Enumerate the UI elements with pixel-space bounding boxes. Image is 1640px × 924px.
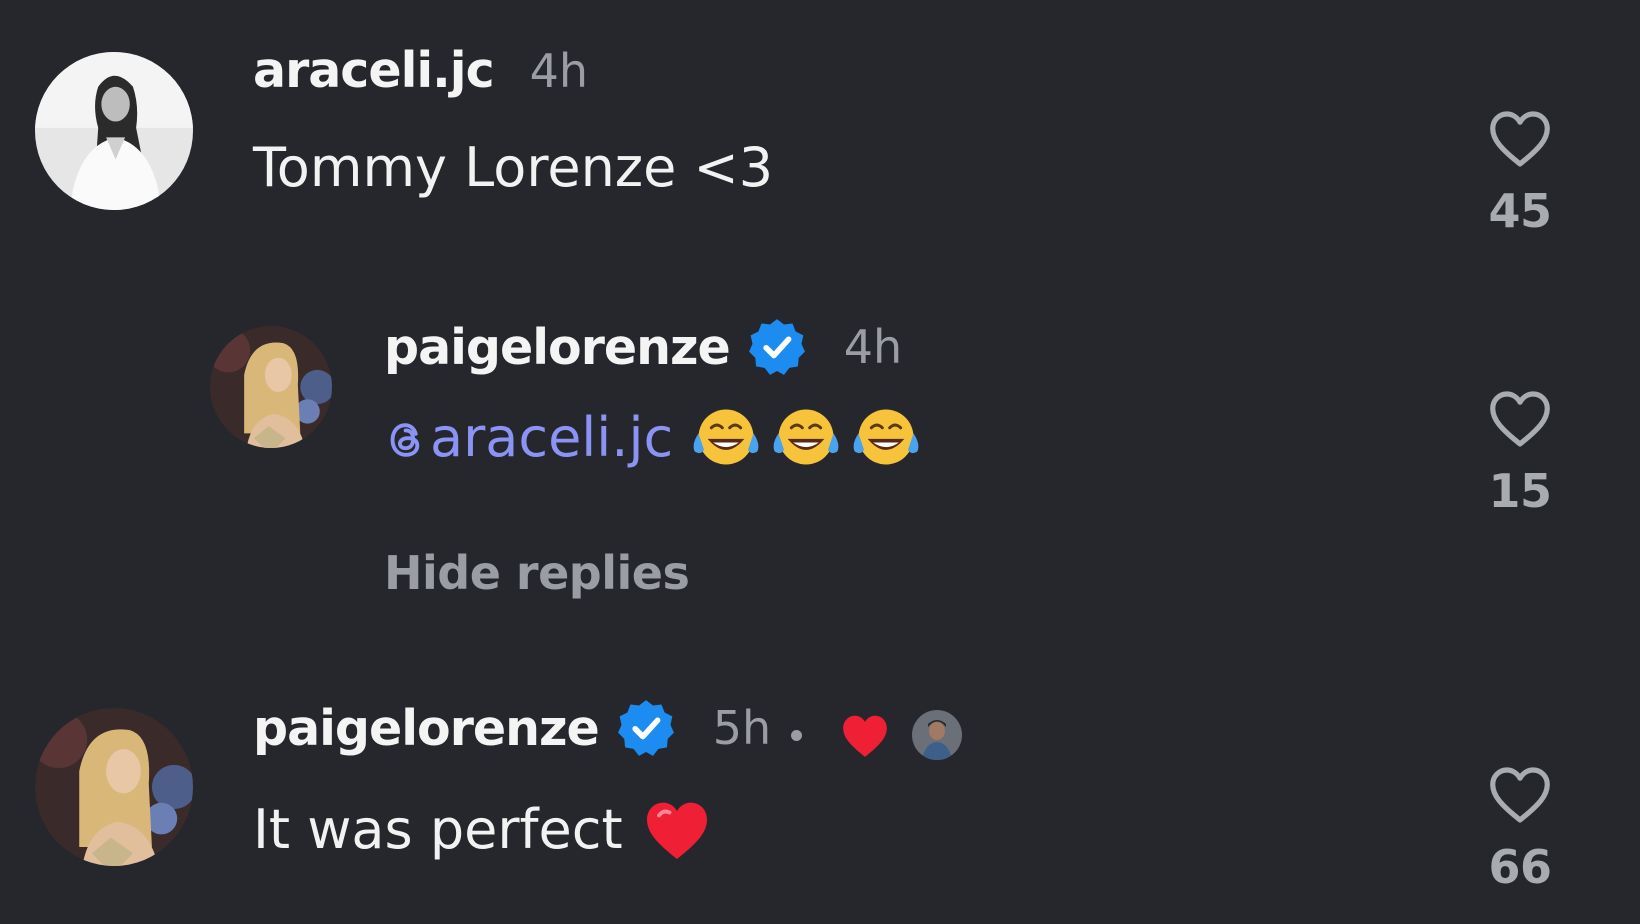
hide-replies-button[interactable]: Hide replies	[384, 546, 690, 600]
like-count: 15	[1488, 464, 1552, 518]
mention-username: araceli.jc	[430, 405, 674, 469]
threads-at-icon	[384, 417, 428, 463]
comment-thread: araceli.jc 4h Tommy Lorenze <3 45 paigel…	[0, 0, 1640, 924]
timestamp: 4h	[843, 320, 903, 374]
face-with-tears-of-joy-icon	[689, 404, 763, 470]
mention-link[interactable]: araceli.jc	[384, 406, 673, 469]
heart-outline-icon	[1475, 388, 1565, 448]
timestamp: 5h	[712, 701, 772, 755]
red-heart-icon	[641, 796, 713, 862]
like-button[interactable]: 45	[1475, 108, 1565, 238]
comment-text: Tommy Lorenze <3	[253, 136, 774, 199]
author-avatar	[912, 710, 963, 760]
avatar[interactable]	[35, 708, 193, 866]
timestamp: 4h	[529, 43, 589, 98]
like-button[interactable]: 15	[1475, 388, 1565, 518]
username[interactable]: araceli.jc	[253, 42, 495, 99]
avatar[interactable]	[210, 326, 332, 448]
heart-outline-icon	[1475, 764, 1565, 824]
username[interactable]: paigelorenze	[384, 319, 731, 376]
like-count: 45	[1488, 184, 1552, 238]
like-count: 66	[1488, 840, 1552, 894]
verified-badge-icon	[746, 316, 808, 378]
like-button[interactable]: 66	[1475, 764, 1565, 894]
username[interactable]: paigelorenze	[253, 700, 600, 757]
separator-dot	[791, 729, 803, 741]
verified-badge-icon	[615, 697, 677, 759]
avatar[interactable]	[35, 52, 193, 210]
red-heart-icon	[838, 711, 892, 759]
heart-outline-icon	[1475, 108, 1565, 168]
face-with-tears-of-joy-icon	[849, 404, 923, 470]
comment-text: It was perfect	[253, 797, 623, 861]
face-with-tears-of-joy-icon	[769, 404, 843, 470]
